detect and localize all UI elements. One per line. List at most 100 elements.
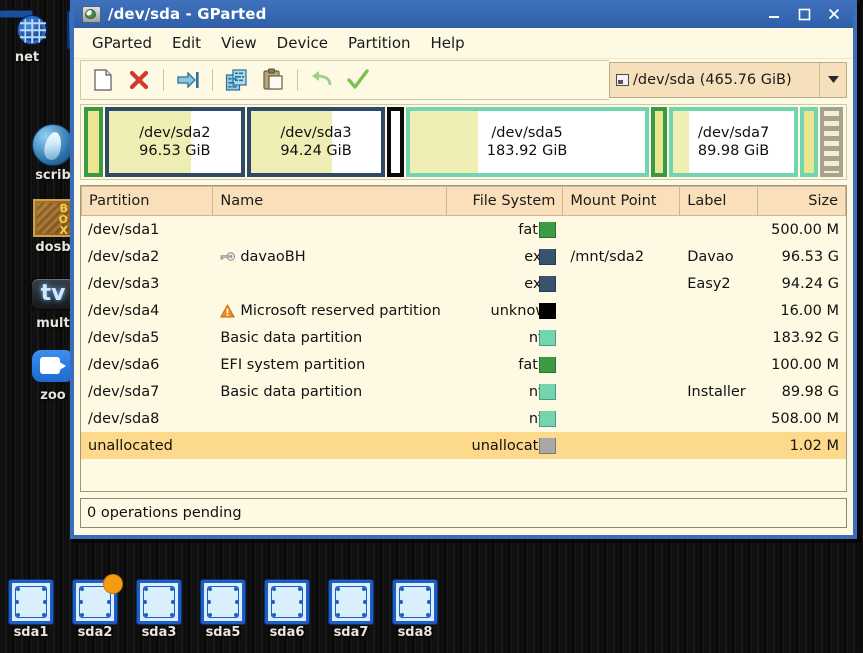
partition-block-sda4[interactable] (386, 107, 404, 177)
undo-button[interactable] (304, 63, 340, 97)
delete-partition-button[interactable] (121, 63, 157, 97)
drive-corner-dot (335, 600, 339, 604)
drive-corner-dot (426, 613, 430, 617)
partition-block-label: /dev/sda3 94.24 GiB (280, 124, 351, 160)
key-icon (220, 252, 236, 261)
column-header-mountpoint[interactable]: Mount Point (563, 186, 681, 216)
copy-button[interactable] (219, 63, 255, 97)
column-header-size[interactable]: Size (758, 186, 846, 216)
drive-icon-sda6[interactable]: sda6 (256, 579, 318, 640)
partition-block-sda7[interactable]: /dev/sda7 89.98 GiB (669, 107, 798, 177)
cell-mountpoint: /mnt/sda2 (563, 249, 680, 265)
cell-text: 1.02 M (789, 437, 839, 454)
resize-move-button[interactable] (170, 63, 206, 97)
device-selector[interactable]: /dev/sda (465.76 GiB) (609, 61, 847, 98)
drive-corner-dot (234, 587, 238, 591)
tv-icon (31, 278, 75, 310)
menu-item-view[interactable]: View (211, 31, 267, 55)
column-header-filesystem[interactable]: File System (446, 186, 564, 216)
menu-item-edit[interactable]: Edit (162, 31, 211, 55)
menu-item-gparted[interactable]: GParted (82, 31, 162, 55)
partition-graphic-bar[interactable]: /dev/sda2 96.53 GiB/dev/sda3 94.24 GiB/dev… (80, 104, 847, 180)
table-row[interactable]: /dev/sda1 fat32 500.00 M (81, 216, 846, 243)
partition-block-name: /dev/sda5 (491, 125, 563, 141)
window-titlebar[interactable]: /dev/sda - GParted (74, 0, 853, 28)
toolbar-separator (212, 68, 213, 91)
cell-size: 100.00 M (758, 357, 846, 373)
partition-block-sda8[interactable] (799, 107, 819, 177)
partition-block-sda1[interactable] (84, 107, 103, 177)
drive-corner-dot (299, 600, 303, 604)
toolbar: /dev/sda (465.76 GiB) (74, 58, 853, 100)
column-header-name[interactable]: Name (213, 186, 447, 216)
device-selector-value-area[interactable]: /dev/sda (465.76 GiB) (610, 62, 820, 97)
drive-corner-dot (271, 600, 275, 604)
paste-button[interactable] (255, 63, 291, 97)
cell-text: Davao (687, 248, 734, 265)
partition-block-sda6[interactable] (650, 107, 668, 177)
drive-icon-sda2[interactable]: sda2 (64, 575, 126, 640)
drive-corner-dot (363, 600, 367, 604)
cell-text: 16.00 M (780, 302, 839, 319)
drive-icon-sda5[interactable]: sda5 (192, 579, 254, 640)
cell-partition: /dev/sda2 (81, 249, 213, 265)
drive-corner-dot (298, 613, 302, 617)
drive-icon-sda8[interactable]: sda8 (384, 579, 446, 640)
partition-block-unallocated[interactable] (820, 107, 843, 177)
drive-icon-sda1[interactable]: sda1 (0, 579, 62, 640)
drive-corner-dot (15, 600, 19, 604)
partition-block-sda5[interactable]: /dev/sda5 183.92 GiB (405, 107, 649, 177)
menu-item-device[interactable]: Device (267, 31, 338, 55)
cell-text: Installer (687, 383, 746, 400)
toolbar-buttons (80, 59, 609, 100)
apply-button[interactable] (340, 63, 376, 97)
table-row[interactable]: /dev/sda7 Basic data partition ntfs Install… (81, 378, 846, 405)
cell-text: Basic data partition (220, 329, 363, 346)
column-header-partition[interactable]: Partition (81, 186, 214, 216)
close-button[interactable] (819, 1, 849, 27)
cell-text: Easy2 (687, 275, 731, 292)
filesystem-color-swatch (539, 383, 557, 400)
menu-item-partition[interactable]: Partition (338, 31, 421, 55)
cell-label: Davao (680, 249, 758, 265)
table-row[interactable]: /dev/sda4 Microsoft reserved partition unk… (81, 297, 846, 324)
partition-block-sda3[interactable]: /dev/sda3 94.24 GiB (247, 107, 385, 177)
drive-corner-dot (144, 587, 148, 591)
partition-block-sda2[interactable]: /dev/sda2 96.53 GiB (104, 107, 246, 177)
table-row[interactable]: unallocated unallocated 1.02 M (81, 432, 846, 459)
drive-corner-dot (208, 613, 212, 617)
gparted-window: /dev/sda - GParted GParted Edit View Device… (70, 0, 857, 539)
maximize-button[interactable] (789, 1, 819, 27)
partition-block-name: /dev/sda3 (280, 125, 352, 141)
table-row[interactable]: /dev/sda2 davaoBH ext4/mnt/sda2 Davao 96.53 … (81, 243, 846, 270)
status-text: 0 operations pending (87, 505, 242, 521)
menubar: GParted Edit View Device Partition Help (74, 28, 853, 58)
cell-text: /dev/sda2 (88, 248, 160, 265)
hard-disk-icon (82, 5, 101, 23)
menu-item-help[interactable]: Help (421, 31, 475, 55)
cell-text: /dev/sda1 (88, 221, 160, 238)
drive-box-icon (328, 579, 374, 625)
cell-partition: /dev/sda7 (81, 384, 213, 400)
cell-filesystem: ntfs (447, 383, 564, 400)
table-row[interactable]: /dev/sda5 Basic data partition ntfs 183.92 … (81, 324, 846, 351)
drive-icon-sda7[interactable]: sda7 (320, 579, 382, 640)
cell-text: /dev/sda6 (88, 356, 160, 373)
partition-block-label: /dev/sda2 96.53 GiB (139, 124, 210, 160)
drive-corner-dot (42, 613, 46, 617)
column-header-label[interactable]: Label (680, 186, 759, 216)
drive-icon-label: sda3 (141, 625, 177, 640)
toolbar-separator (163, 68, 164, 91)
new-partition-button[interactable] (85, 63, 121, 97)
chevron-down-icon[interactable] (820, 63, 846, 97)
cell-text: /dev/sda8 (88, 410, 160, 427)
minimize-button[interactable] (759, 1, 789, 27)
table-row[interactable]: /dev/sda8 ntfs 508.00 M (81, 405, 846, 432)
status-bar: 0 operations pending (80, 498, 847, 528)
drive-icon-sda3[interactable]: sda3 (128, 579, 190, 640)
drive-box-icon (8, 579, 54, 625)
filesystem-color-swatch (539, 302, 557, 319)
cell-label: Installer (680, 384, 758, 400)
table-row[interactable]: /dev/sda3 ext4 Easy2 94.24 G (81, 270, 846, 297)
table-row[interactable]: /dev/sda6 EFI system partition fat32 100.00… (81, 351, 846, 378)
